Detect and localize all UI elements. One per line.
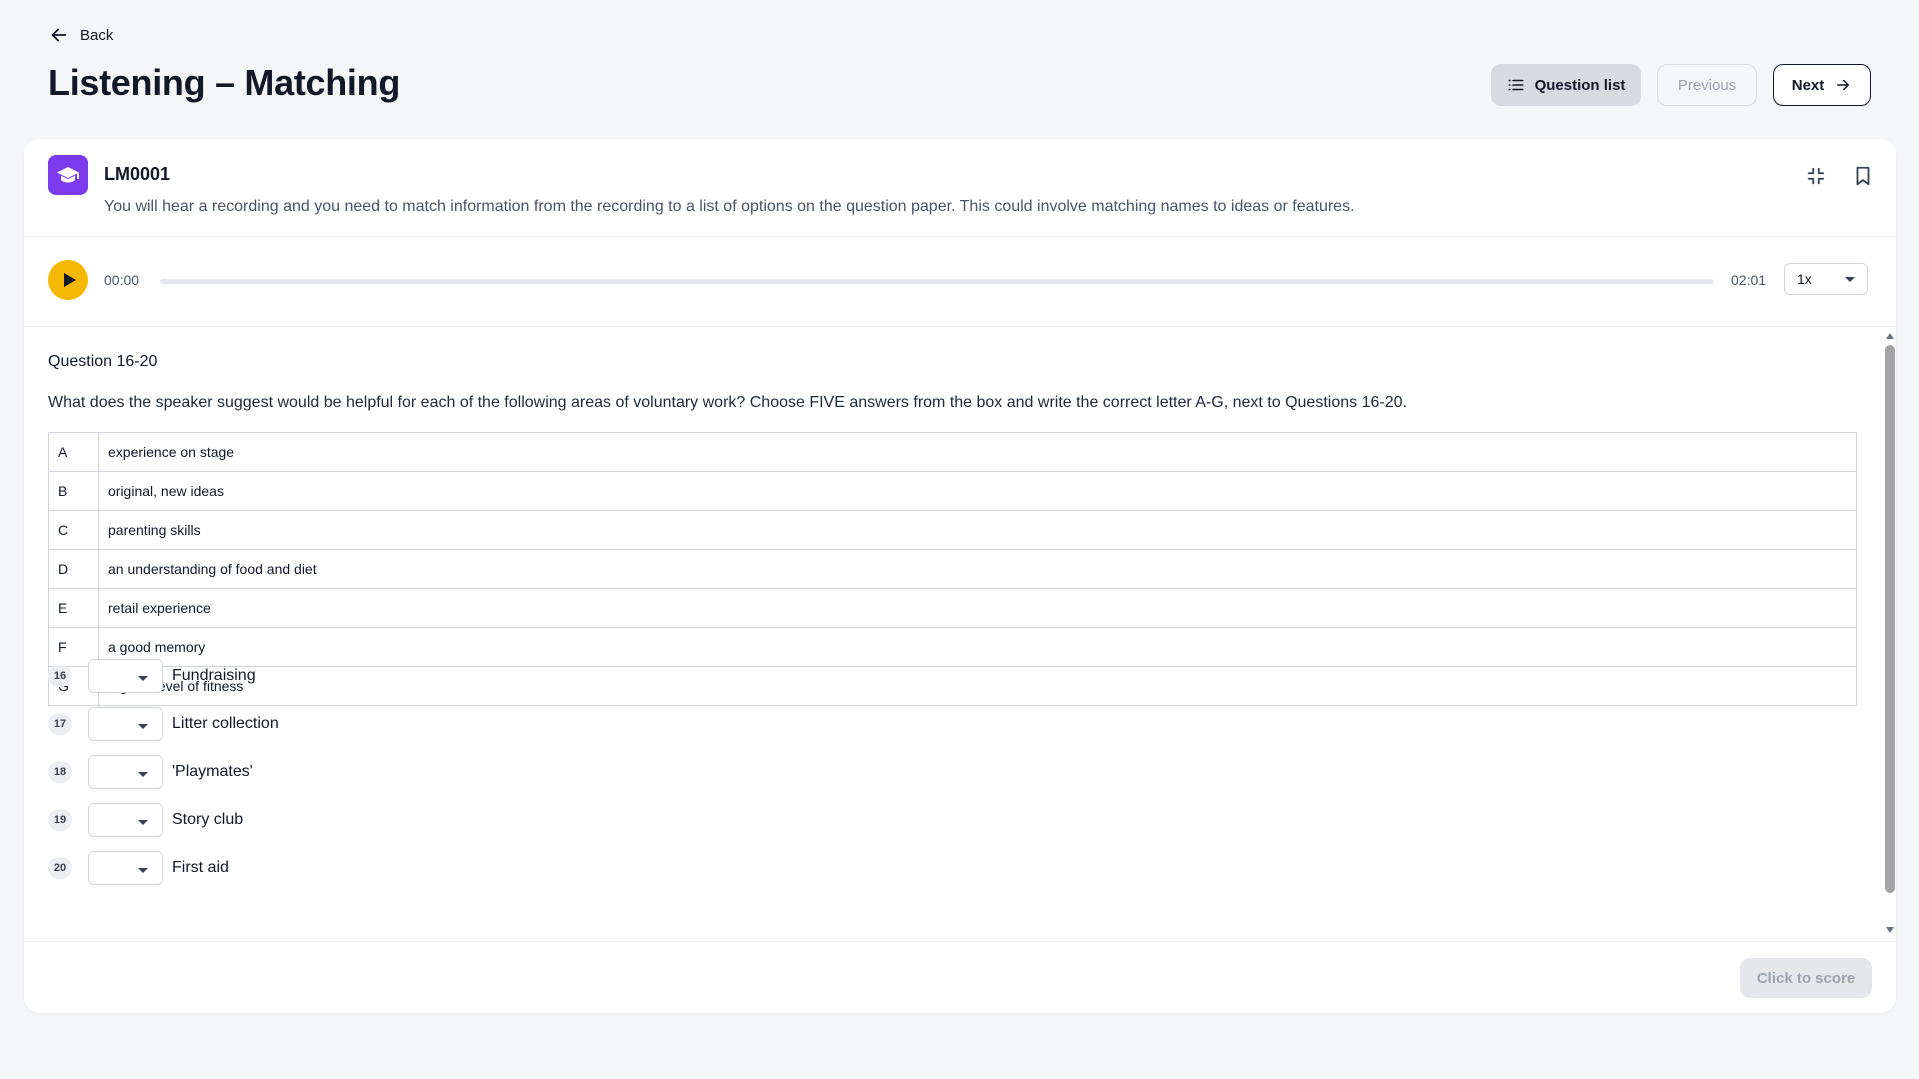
question-list-button[interactable]: Question list	[1491, 64, 1641, 106]
graduation-cap-icon	[57, 167, 79, 183]
table-row: Cparenting skills	[48, 510, 1857, 550]
table-row: Fa good memory	[48, 627, 1857, 667]
question-type-badge	[48, 155, 88, 195]
answer-select-16[interactable]	[88, 659, 163, 693]
chevron-down-icon	[138, 772, 148, 777]
collapse-icon[interactable]	[1803, 163, 1829, 189]
play-button[interactable]	[48, 260, 88, 300]
arrow-right-icon	[1837, 79, 1850, 91]
table-row: Ga good level of fitness	[48, 666, 1857, 706]
option-letter: E	[48, 588, 99, 628]
scroll-down-arrow-icon[interactable]	[1886, 927, 1894, 933]
next-label: Next	[1791, 76, 1825, 94]
current-time: 00:00	[104, 272, 140, 288]
question-description: You will hear a recording and you need t…	[104, 198, 1355, 215]
option-letter: A	[48, 432, 99, 472]
scroll-thumb[interactable]	[1885, 345, 1895, 893]
option-text: experience on stage	[98, 432, 1857, 472]
answer-label: First aid	[172, 859, 229, 876]
answer-row-20: 20 First aid	[48, 851, 229, 885]
answer-label: Litter collection	[172, 715, 279, 732]
option-letter: D	[48, 549, 99, 589]
option-letter: B	[48, 471, 99, 511]
answer-row-16: 16 Fundraising	[48, 659, 256, 693]
chevron-down-icon	[138, 820, 148, 825]
bookmark-icon[interactable]	[1850, 163, 1876, 189]
back-label: Back	[80, 26, 114, 44]
question-range: Question 16-20	[48, 353, 158, 370]
answer-row-19: 19 Story club	[48, 803, 243, 837]
answer-row-18: 18 'Playmates'	[48, 755, 253, 789]
question-card: LM0001 You will hear a recording and you…	[24, 139, 1896, 1013]
table-row: Aexperience on stage	[48, 432, 1857, 472]
question-number: 17	[48, 713, 72, 735]
answer-select-20[interactable]	[88, 851, 163, 885]
answer-select-17[interactable]	[88, 707, 163, 741]
table-row: Eretail experience	[48, 588, 1857, 628]
answer-row-17: 17 Litter collection	[48, 707, 279, 741]
option-text: parenting skills	[98, 510, 1857, 550]
duration: 02:01	[1731, 272, 1767, 288]
answer-label: 'Playmates'	[172, 763, 253, 780]
question-number: 20	[48, 857, 72, 879]
score-button[interactable]: Click to score	[1740, 958, 1872, 998]
question-content: Question 16-20 What does the speaker sug…	[24, 328, 1876, 942]
option-letter: C	[48, 510, 99, 550]
page-title: Listening – Matching	[48, 62, 401, 103]
question-number: 16	[48, 665, 72, 687]
question-number: 18	[48, 761, 72, 783]
previous-button[interactable]: Previous	[1657, 64, 1757, 106]
arrow-left-icon	[51, 28, 67, 42]
options-table: Aexperience on stage Boriginal, new idea…	[48, 432, 1857, 706]
option-text: a good memory	[98, 627, 1857, 667]
question-number: 19	[48, 809, 72, 831]
content-scrollbar[interactable]	[1884, 333, 1896, 933]
next-button[interactable]: Next	[1773, 64, 1871, 106]
option-text: original, new ideas	[98, 471, 1857, 511]
scroll-up-arrow-icon[interactable]	[1886, 333, 1894, 339]
answer-select-19[interactable]	[88, 803, 163, 837]
question-code: LM0001	[104, 164, 171, 184]
chevron-down-icon	[1845, 276, 1855, 282]
audio-player: 00:00 02:01 1x	[24, 237, 1896, 327]
question-instruction: What does the speaker suggest would be h…	[48, 394, 1407, 411]
playback-speed-select[interactable]: 1x	[1784, 263, 1868, 295]
answer-label: Story club	[172, 811, 244, 828]
option-text: retail experience	[98, 588, 1857, 628]
table-row: Dan understanding of food and diet	[48, 549, 1857, 589]
question-list-label: Question list	[1534, 76, 1626, 94]
chevron-down-icon	[138, 724, 148, 729]
chevron-down-icon	[138, 868, 148, 873]
answer-select-18[interactable]	[88, 755, 163, 789]
play-icon	[63, 273, 76, 287]
card-footer: Click to score	[24, 941, 1896, 1013]
answer-label: Fundraising	[172, 667, 256, 684]
audio-progress-bar[interactable]	[160, 279, 1714, 284]
list-icon	[1508, 79, 1524, 91]
playback-speed-value: 1x	[1797, 271, 1812, 287]
chevron-down-icon	[138, 676, 148, 681]
option-text: an understanding of food and diet	[98, 549, 1857, 589]
top-actions: Question list Previous Next	[1491, 64, 1871, 106]
back-link[interactable]: Back	[48, 24, 113, 46]
option-text: a good level of fitness	[98, 666, 1857, 706]
question-header: LM0001 You will hear a recording and you…	[24, 139, 1896, 237]
table-row: Boriginal, new ideas	[48, 471, 1857, 511]
